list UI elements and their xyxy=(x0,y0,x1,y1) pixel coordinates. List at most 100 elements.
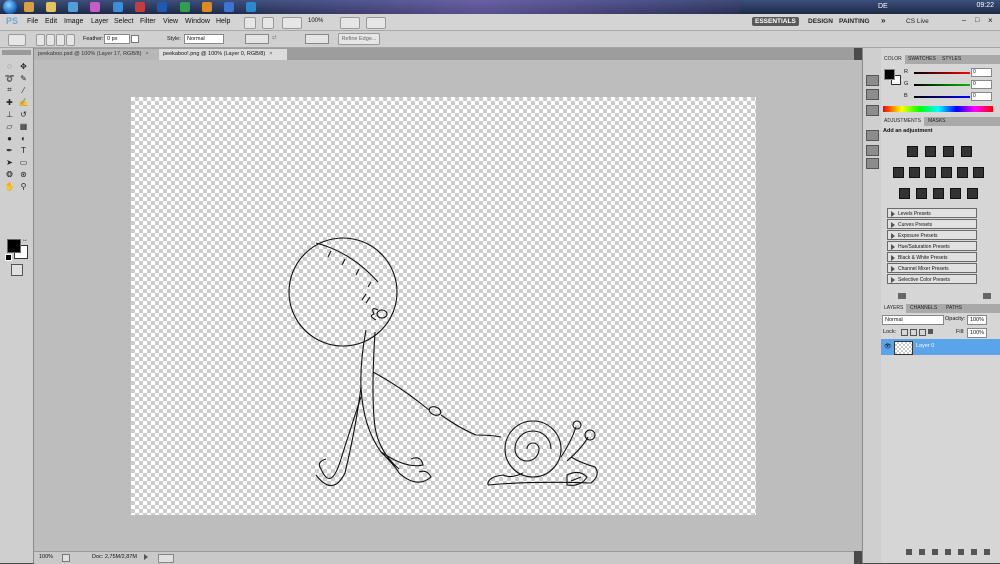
eyedropper-tool-icon[interactable]: ⁄ xyxy=(18,85,29,95)
status-menu-arrow-icon[interactable] xyxy=(144,554,148,560)
menu-edit[interactable]: Edit xyxy=(45,18,57,25)
selective-color-icon[interactable] xyxy=(967,188,978,199)
intersect-selection-icon[interactable] xyxy=(66,34,75,46)
menu-help[interactable]: Help xyxy=(216,18,230,25)
preset-channel-mixer[interactable]: Channel Mixer Presets xyxy=(887,263,977,273)
arrange-documents-button[interactable] xyxy=(340,17,360,29)
taskbar-app-icon[interactable] xyxy=(24,2,34,12)
new-adjustment-layer-icon[interactable] xyxy=(945,549,951,555)
blur-tool-icon[interactable]: ● xyxy=(4,133,15,143)
levels-icon[interactable] xyxy=(925,146,936,157)
tab-swatches[interactable]: SWATCHES xyxy=(905,55,939,64)
preset-selective-color[interactable]: Selective Color Presets xyxy=(887,274,977,284)
tab-styles[interactable]: STYLES xyxy=(939,55,964,64)
color-spectrum-ramp[interactable] xyxy=(883,106,993,112)
brush-tool-icon[interactable]: ✍ xyxy=(18,97,29,107)
layer-row-layer-0[interactable]: 👁 Layer 0 xyxy=(881,339,1000,355)
preset-black-white[interactable]: Black & White Presets xyxy=(887,252,977,262)
actions-panel-icon[interactable] xyxy=(866,89,879,100)
taskbar-app-icon[interactable] xyxy=(68,2,78,12)
clone-stamp-tool-icon[interactable]: ⊥ xyxy=(4,109,15,119)
pen-tool-icon[interactable]: ✒ xyxy=(4,145,15,155)
3d-orbit-tool-icon[interactable]: ⊛ xyxy=(18,169,29,179)
taskbar-app-icon[interactable] xyxy=(180,2,190,12)
preset-levels[interactable]: Levels Presets xyxy=(887,208,977,218)
new-group-icon[interactable] xyxy=(958,549,964,555)
workspace-scrollbar[interactable] xyxy=(854,60,862,551)
refine-edge-button[interactable]: Refine Edge... xyxy=(338,33,380,45)
lock-pixels-icon[interactable] xyxy=(910,329,917,336)
color-balance-icon[interactable] xyxy=(925,167,936,178)
channel-r-slider[interactable] xyxy=(914,72,970,74)
tab-masks[interactable]: MASKS xyxy=(925,117,949,126)
layer-style-icon[interactable] xyxy=(919,549,925,555)
tab-peekaboo-png[interactable]: peekaboo!.png @ 100% (Layer 0, RGB/8) × xyxy=(159,49,287,60)
keyboard-language[interactable]: DE xyxy=(878,3,888,10)
taskbar-app-icon[interactable] xyxy=(90,2,100,12)
marquee-tool-preset-picker[interactable] xyxy=(8,34,26,46)
3d-rotate-tool-icon[interactable]: ❂ xyxy=(4,169,15,179)
menu-select[interactable]: Select xyxy=(114,18,133,25)
healing-brush-tool-icon[interactable]: ✚ xyxy=(4,97,15,107)
preset-hue-saturation[interactable]: Hue/Saturation Presets xyxy=(887,241,977,251)
channel-b-value[interactable]: 0 xyxy=(971,92,992,101)
channel-r-value[interactable]: 0 xyxy=(971,68,992,77)
marquee-tool-icon[interactable]: ◌ xyxy=(4,61,15,71)
tab-adjustments[interactable]: ADJUSTMENTS xyxy=(881,117,924,126)
brightness-contrast-icon[interactable] xyxy=(907,146,918,157)
status-zoom[interactable]: 100% xyxy=(39,552,53,563)
tab-peekaboo-psd[interactable]: peekaboo.psd @ 100% (Layer 17, RGB/8) × xyxy=(34,49,162,60)
preset-curves[interactable]: Curves Presets xyxy=(887,219,977,229)
history-brush-tool-icon[interactable]: ↺ xyxy=(18,109,29,119)
maximize-button[interactable]: □ xyxy=(975,17,979,24)
exposure-icon[interactable] xyxy=(961,146,972,157)
visibility-eye-icon[interactable]: 👁 xyxy=(884,343,892,350)
cs-live-button[interactable]: CS Live xyxy=(903,17,932,26)
fill-input[interactable]: 100% xyxy=(967,328,987,338)
invert-icon[interactable] xyxy=(899,188,910,199)
taskbar-app-icon[interactable] xyxy=(46,2,56,12)
style-select[interactable]: Normal xyxy=(184,34,224,44)
start-button[interactable] xyxy=(3,0,17,14)
anti-alias-checkbox[interactable] xyxy=(131,35,139,43)
lasso-tool-icon[interactable]: ➰ xyxy=(4,73,15,83)
menu-image[interactable]: Image xyxy=(64,18,83,25)
layer-mask-icon[interactable] xyxy=(932,549,938,555)
taskbar-app-icon[interactable] xyxy=(224,2,234,12)
opacity-input[interactable]: 100% xyxy=(967,315,987,325)
more-workspaces-button[interactable]: » xyxy=(878,15,888,26)
history-panel-icon[interactable] xyxy=(866,75,879,86)
taskbar-app-icon[interactable] xyxy=(135,2,145,12)
taskbar-app-icon[interactable] xyxy=(202,2,212,12)
feather-input[interactable]: 0 px xyxy=(104,34,130,44)
type-tool-icon[interactable]: T xyxy=(18,145,29,155)
layer-name[interactable]: Layer 0 xyxy=(916,343,934,349)
threshold-icon[interactable] xyxy=(933,188,944,199)
character-panel-icon[interactable] xyxy=(866,158,879,169)
clip-to-layer-icon[interactable] xyxy=(898,293,906,299)
photo-filter-icon[interactable] xyxy=(957,167,968,178)
close-tab-icon[interactable]: × xyxy=(269,51,272,57)
taskbar-app-icon[interactable] xyxy=(113,2,123,12)
clock[interactable]: 09:22 xyxy=(976,2,994,9)
crop-tool-icon[interactable]: ⌗ xyxy=(4,85,15,95)
taskbar-app-icon[interactable] xyxy=(157,2,167,12)
channel-g-value[interactable]: 0 xyxy=(971,80,992,89)
posterize-icon[interactable] xyxy=(916,188,927,199)
black-white-icon[interactable] xyxy=(941,167,952,178)
gradient-map-icon[interactable] xyxy=(950,188,961,199)
menu-file[interactable]: File xyxy=(27,18,38,25)
quick-selection-tool-icon[interactable]: ✎ xyxy=(18,73,29,83)
zoom-tool-icon[interactable]: ⚲ xyxy=(18,181,29,191)
channel-g-slider[interactable] xyxy=(914,84,970,86)
new-selection-icon[interactable] xyxy=(36,34,45,46)
path-selection-tool-icon[interactable]: ➤ xyxy=(4,157,15,167)
move-tool-icon[interactable]: ✥ xyxy=(18,61,29,71)
zoom-level-dropdown[interactable]: 100% xyxy=(308,18,323,24)
status-icon[interactable] xyxy=(62,554,70,562)
quick-mask-icon[interactable] xyxy=(11,264,23,276)
tab-channels[interactable]: CHANNELS xyxy=(907,304,940,313)
launch-mini-bridge-button[interactable] xyxy=(262,17,274,29)
default-colors-icon[interactable] xyxy=(5,254,12,261)
tab-layers[interactable]: LAYERS xyxy=(881,304,907,313)
